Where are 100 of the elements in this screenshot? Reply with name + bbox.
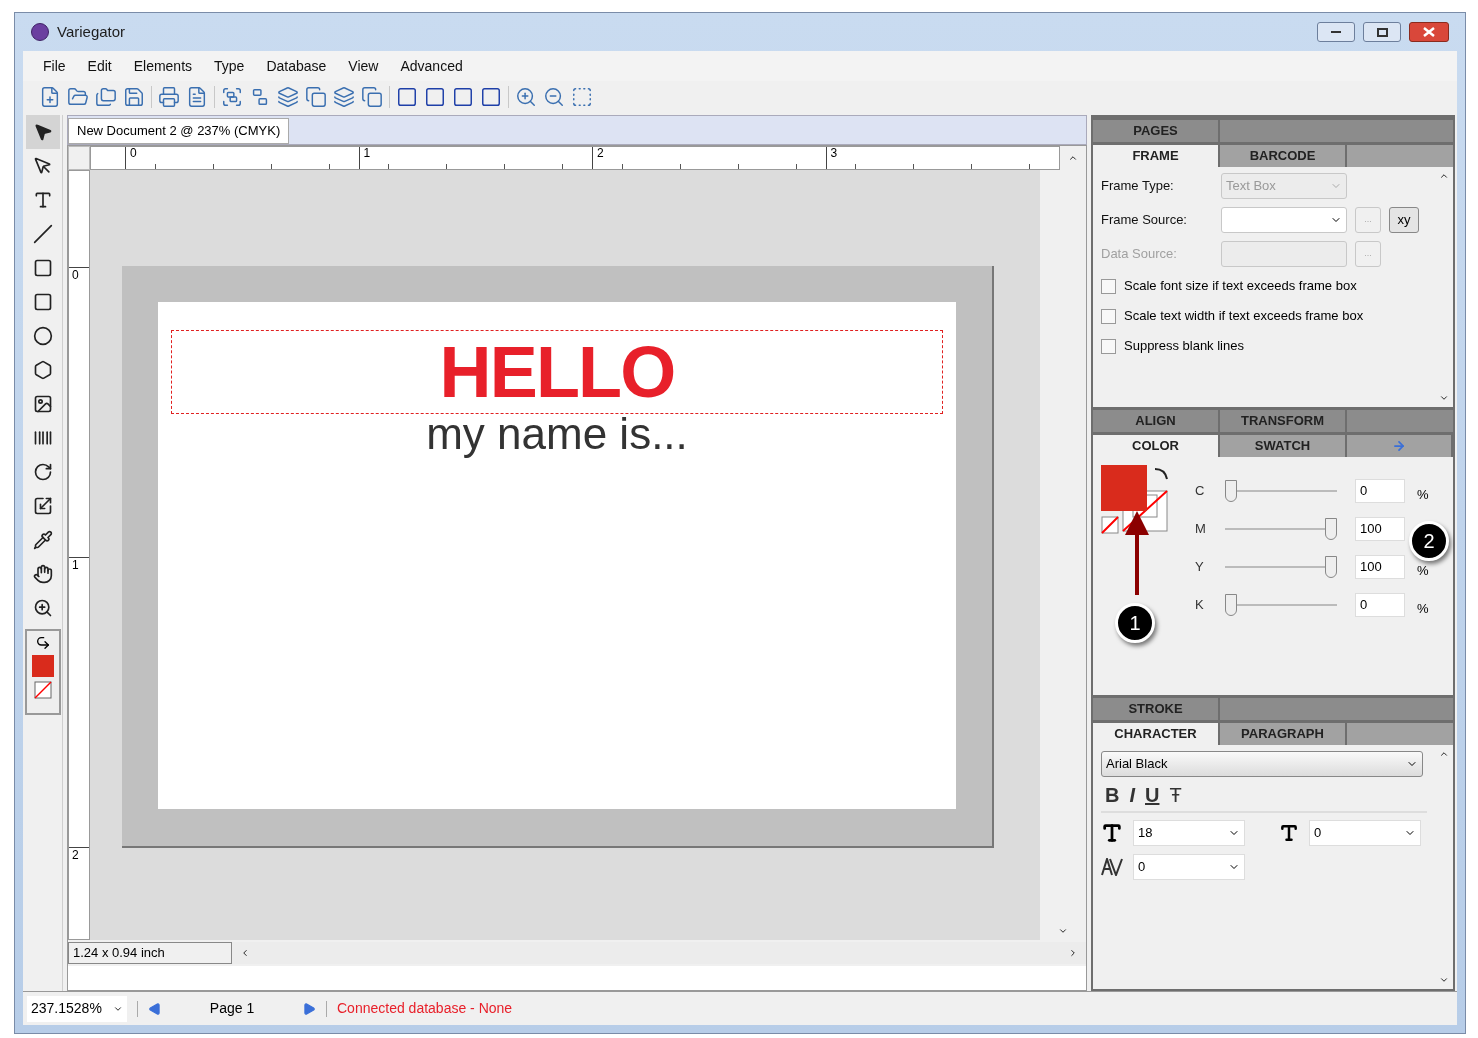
toolbar-icon[interactable]	[305, 86, 327, 108]
slider[interactable]	[1225, 594, 1337, 616]
fill-stroke-swatches[interactable]	[24, 629, 61, 715]
database-status: Connected database - None	[337, 999, 513, 1018]
menu-item[interactable]: Elements	[123, 55, 203, 77]
ruler-label: 2	[71, 848, 79, 864]
toolbar-icon[interactable]	[515, 86, 537, 108]
toolbar-icon[interactable]	[186, 86, 208, 108]
minimize-button[interactable]	[1317, 22, 1355, 42]
checkbox[interactable]	[1101, 278, 1116, 294]
menu-item[interactable]: View	[338, 55, 389, 77]
checkbox-label: Suppress blank lines	[1124, 337, 1244, 356]
zoom-dropdown[interactable]: 237.1528%	[27, 995, 127, 1022]
no-color-swatch-icon[interactable]	[33, 681, 52, 699]
swap-arrow-icon[interactable]	[34, 635, 51, 651]
scroll-down-icon[interactable]	[1058, 926, 1068, 936]
slider-thumb[interactable]	[1325, 556, 1337, 578]
field-label: Frame Type:	[1101, 177, 1175, 196]
font-dropdown[interactable]: Arial Black	[1101, 751, 1423, 777]
toolbar-icon[interactable]	[543, 86, 565, 108]
checkbox[interactable]	[1101, 308, 1116, 324]
toolbar-icon[interactable]	[571, 86, 593, 108]
toolbar-icon[interactable]	[361, 86, 383, 108]
scroll-up-icon[interactable]	[1439, 749, 1449, 759]
tracking-field[interactable]: 0	[1133, 854, 1245, 880]
value-field[interactable]: 100	[1355, 517, 1405, 541]
menu-item[interactable]: Edit	[77, 55, 122, 77]
toolbar-icon[interactable]	[333, 86, 355, 108]
scrollbar[interactable]	[1040, 170, 1086, 940]
slider[interactable]	[1225, 518, 1337, 540]
percent-label: %	[1417, 562, 1429, 581]
style-button[interactable]: Ŧ	[1169, 780, 1182, 810]
toolbar-icon[interactable]	[396, 86, 418, 108]
value-field[interactable]: 0	[1355, 593, 1405, 617]
field-label: Frame Source:	[1101, 211, 1188, 230]
slider[interactable]	[1225, 480, 1337, 502]
percent-label: %	[1417, 600, 1429, 619]
slider-thumb[interactable]	[1325, 518, 1337, 540]
previous-page-icon[interactable]	[148, 1001, 162, 1016]
value-field[interactable]: 100	[1355, 555, 1405, 579]
font-size-icon	[1101, 822, 1123, 844]
maximize-button[interactable]	[1363, 22, 1401, 42]
close-button[interactable]	[1409, 22, 1449, 42]
menu-item[interactable]: File	[33, 55, 76, 77]
style-button[interactable]: U	[1145, 780, 1160, 810]
scrollbar[interactable]	[1060, 146, 1086, 170]
toolbar-icon[interactable]	[452, 86, 474, 108]
toolbar-icon[interactable]	[221, 86, 243, 108]
scroll-down-icon[interactable]	[1439, 393, 1449, 403]
checkbox[interactable]	[1101, 338, 1116, 354]
menu-item[interactable]: Type	[204, 55, 255, 77]
tracking-icon	[1101, 858, 1123, 876]
pointer-icon[interactable]	[25, 115, 60, 149]
color-swatches[interactable]	[1101, 465, 1171, 535]
ruler-label: 1	[71, 558, 79, 574]
toolbar-icon[interactable]	[424, 86, 446, 108]
toolbar-icon[interactable]	[95, 86, 117, 108]
toolbar-icon[interactable]	[158, 86, 180, 108]
toolbar-icon[interactable]	[39, 86, 61, 108]
slider[interactable]	[1225, 556, 1337, 578]
scroll-right-icon[interactable]	[1068, 948, 1078, 958]
style-button[interactable]: B	[1105, 780, 1120, 810]
ruler-label: 3	[829, 147, 839, 159]
xy-button[interactable]: xy	[1389, 207, 1419, 233]
checkbox-label: Scale text width if text exceeds frame box	[1124, 307, 1364, 326]
leading-icon	[1279, 823, 1299, 843]
style-button[interactable]: I	[1129, 780, 1135, 810]
scroll-up-icon[interactable]	[1068, 153, 1078, 163]
slider-thumb[interactable]	[1225, 480, 1237, 502]
page-label: Page 1	[208, 999, 256, 1018]
field-label: Data Source:	[1101, 245, 1178, 264]
slider-thumb[interactable]	[1225, 594, 1237, 616]
leading-field[interactable]: 0	[1309, 820, 1421, 846]
text-frame[interactable]: HELLO	[171, 330, 943, 414]
ruler-label: 0	[129, 147, 138, 159]
toolbar-icon[interactable]	[67, 86, 89, 108]
panel-tab[interactable]: FRAME	[1093, 145, 1220, 167]
scrollbar[interactable]	[232, 942, 1086, 964]
font-size-field[interactable]: 18	[1133, 820, 1245, 846]
toolbar-icon[interactable]	[123, 86, 145, 108]
menu-item[interactable]: Advanced	[390, 55, 473, 77]
percent-label: %	[1417, 486, 1429, 505]
panel-tab[interactable]: COLOR	[1093, 435, 1220, 457]
window-title: Variegator	[57, 21, 126, 42]
size-readout: 1.24 x 0.94 inch	[68, 942, 232, 964]
scroll-up-icon[interactable]	[1439, 171, 1449, 181]
toolbar-icon[interactable]	[480, 86, 502, 108]
next-page-icon[interactable]	[302, 1001, 316, 1016]
callout-badge: 1	[1115, 603, 1155, 643]
menu-item[interactable]: Database	[256, 55, 337, 77]
value-field[interactable]: 0	[1355, 479, 1405, 503]
scroll-left-icon[interactable]	[240, 948, 250, 958]
fill-swatch[interactable]	[31, 655, 54, 677]
dropdown-field[interactable]	[1221, 207, 1347, 233]
document-tab[interactable]: New Document 2 @ 237% (CMYK)	[68, 118, 290, 144]
panel-tab[interactable]: CHARACTER	[1093, 723, 1220, 745]
scroll-down-icon[interactable]	[1439, 975, 1449, 985]
toolbar-icon[interactable]	[277, 86, 299, 108]
channel-label: M	[1195, 520, 1207, 539]
app-logo-icon	[31, 23, 49, 41]
